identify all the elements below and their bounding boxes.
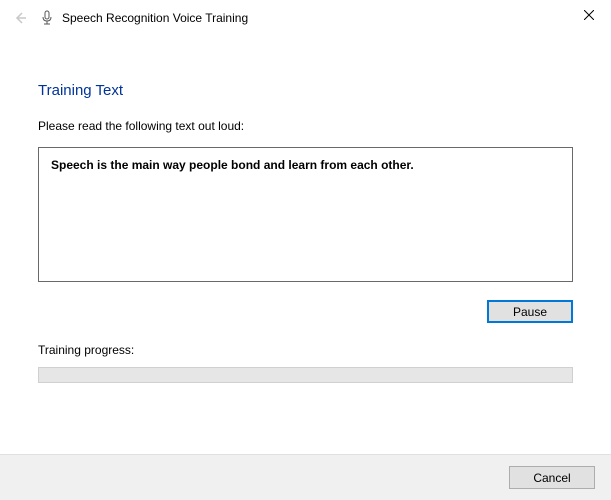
- footer: Cancel: [0, 454, 611, 500]
- window-title: Speech Recognition Voice Training: [62, 11, 248, 25]
- progress-bar: [38, 367, 573, 383]
- pause-button[interactable]: Pause: [487, 300, 573, 323]
- page-heading: Training Text: [38, 82, 573, 99]
- cancel-button[interactable]: Cancel: [509, 466, 595, 489]
- content-area: Training Text Please read the following …: [0, 82, 611, 383]
- instruction-text: Please read the following text out loud:: [38, 119, 573, 133]
- close-button[interactable]: [566, 0, 611, 30]
- progress-label: Training progress:: [38, 343, 573, 357]
- microphone-icon: [38, 9, 56, 27]
- pause-row: Pause: [38, 300, 573, 323]
- training-text: Speech is the main way people bond and l…: [51, 158, 414, 172]
- close-icon: [584, 8, 594, 23]
- back-arrow-icon: [8, 6, 32, 30]
- training-text-box: Speech is the main way people bond and l…: [38, 147, 573, 282]
- titlebar: Speech Recognition Voice Training: [0, 0, 611, 36]
